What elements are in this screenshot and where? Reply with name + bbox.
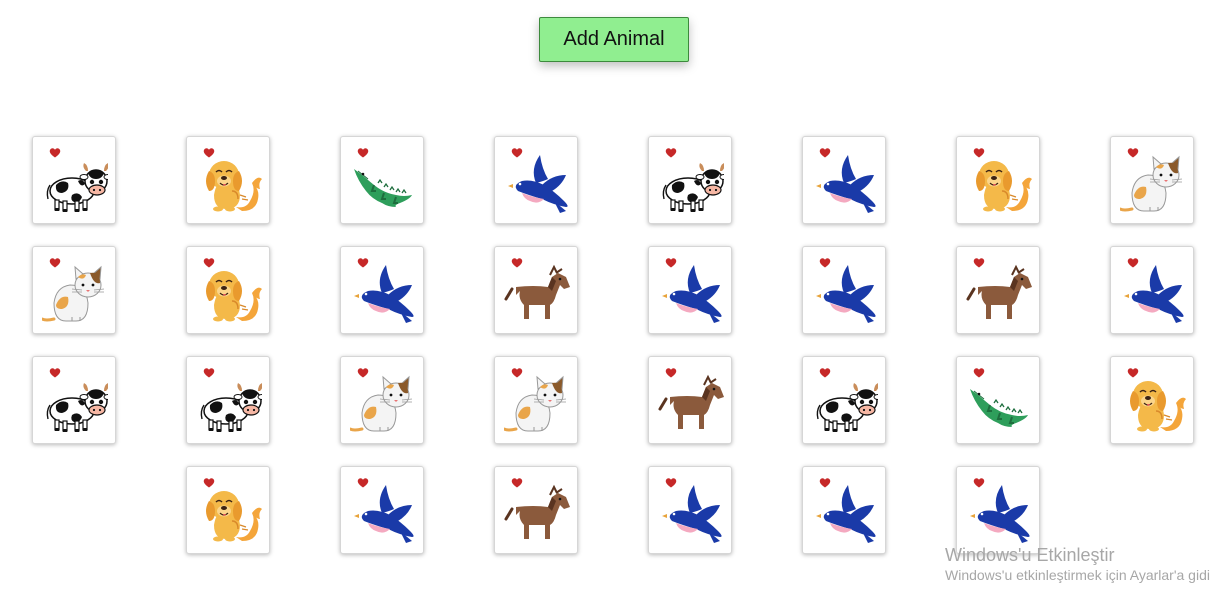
horse-icon [504,264,570,319]
bird-icon [970,485,1030,543]
animal-card-crocodile[interactable] [956,356,1040,444]
bird-icon [816,265,876,323]
windows-activation-watermark: Windows'u Etkinleştir Windows'u etkinleş… [945,544,1210,584]
animal-card-cow[interactable] [32,356,116,444]
bird-icon [508,155,568,213]
dog-icon [976,161,1032,212]
animal-card-cow[interactable] [32,136,116,224]
horse-icon [504,484,570,539]
cow-icon [200,383,262,432]
horse-icon [658,374,724,429]
animal-card-cow[interactable] [648,136,732,224]
bird-icon [662,265,722,323]
animal-card-horse[interactable] [494,466,578,554]
animal-card-bird[interactable] [648,246,732,334]
dog-icon [206,161,262,212]
dog-icon [1130,381,1186,432]
animal-card-bird[interactable] [340,466,424,554]
animal-card-crocodile[interactable] [340,136,424,224]
bird-icon [816,155,876,213]
crocodile-icon [970,389,1028,427]
animal-card-dog[interactable] [186,246,270,334]
animal-card-dog[interactable] [1110,356,1194,444]
bird-icon [662,485,722,543]
cat-icon [504,375,567,432]
animal-card-cat[interactable] [340,356,424,444]
animal-card-bird[interactable] [802,246,886,334]
animal-card-dog[interactable] [956,136,1040,224]
animal-card-bird[interactable] [802,136,886,224]
animal-card-bird[interactable] [494,136,578,224]
bird-icon [354,485,414,543]
cow-icon [46,163,108,212]
animal-grid [0,0,1231,592]
cow-icon [816,383,878,432]
bird-icon [354,265,414,323]
animal-card-dog[interactable] [186,136,270,224]
bird-icon [1124,265,1184,323]
watermark-title: Windows'u Etkinleştir [945,545,1115,565]
animal-card-bird[interactable] [956,466,1040,554]
dog-icon [206,271,262,322]
cow-icon [662,163,724,212]
crocodile-icon [354,169,412,207]
cat-icon [42,265,105,322]
animal-card-bird[interactable] [340,246,424,334]
bird-icon [816,485,876,543]
animal-card-cow[interactable] [186,356,270,444]
animal-card-horse[interactable] [494,246,578,334]
animal-card-bird[interactable] [1110,246,1194,334]
animal-card-horse[interactable] [956,246,1040,334]
animal-card-cow[interactable] [802,356,886,444]
animal-card-cat[interactable] [1110,136,1194,224]
horse-icon [966,264,1032,319]
animal-card-dog[interactable] [186,466,270,554]
animal-card-bird[interactable] [802,466,886,554]
cat-icon [350,375,413,432]
animal-card-bird[interactable] [648,466,732,554]
animal-card-cat[interactable] [494,356,578,444]
cow-icon [46,383,108,432]
watermark-subtitle: Windows'u etkinleştirmek için Ayarlar'a … [945,567,1210,583]
animal-card-horse[interactable] [648,356,732,444]
animal-card-cat[interactable] [32,246,116,334]
dog-icon [206,491,262,542]
cat-icon [1120,155,1183,212]
